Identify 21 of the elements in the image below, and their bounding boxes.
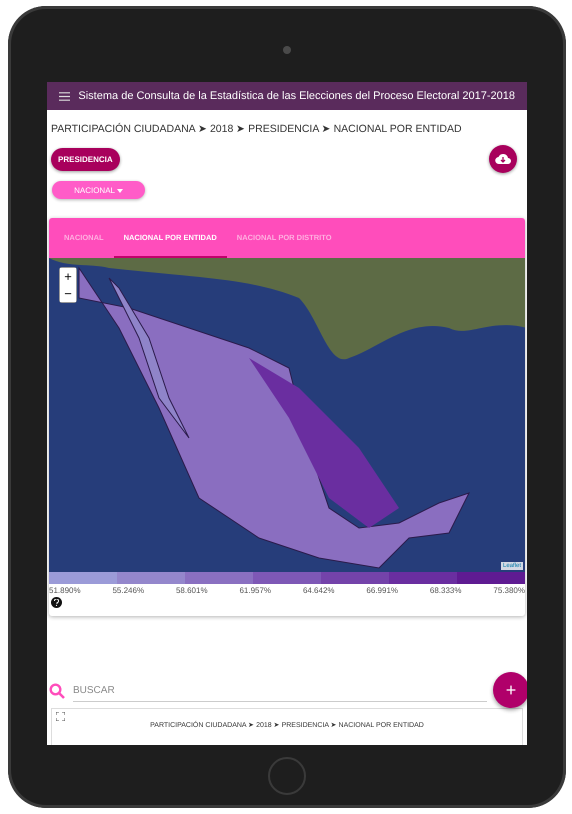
legend-label: 61.957%	[239, 586, 272, 595]
app-title: Sistema de Consulta de la Estadística de las Elecciones del Proceso Electoral 2017-2018	[78, 90, 515, 102]
level-dropdown[interactable]: NACIONAL	[52, 181, 145, 199]
legend-label: 75.380%	[493, 586, 525, 595]
legend-label: 51.890%	[49, 586, 81, 595]
camera-icon	[283, 46, 291, 54]
legend-label: 68.333%	[430, 586, 462, 595]
fullscreen-icon[interactable]	[56, 712, 65, 721]
election-chip[interactable]: PRESIDENCIA	[51, 148, 120, 171]
legend-label: 55.246%	[112, 586, 144, 595]
caret-icon	[116, 188, 123, 193]
search-icon	[49, 683, 65, 699]
legend-label: 66.991%	[366, 586, 398, 595]
add-button[interactable]: +	[493, 672, 527, 708]
legend-label: 64.642%	[302, 586, 335, 595]
menu-icon[interactable]	[59, 90, 70, 102]
help-icon[interactable]	[51, 597, 62, 608]
cloud-download-icon	[495, 153, 511, 166]
legend-label: 58.601%	[176, 586, 208, 595]
breadcrumb: PARTICIPACIÓN CIUDADANA ➤ 2018 ➤ PRESIDENCIA ➤ NACIONAL POR ENTIDAD	[50, 122, 463, 136]
download-button[interactable]	[489, 145, 517, 174]
